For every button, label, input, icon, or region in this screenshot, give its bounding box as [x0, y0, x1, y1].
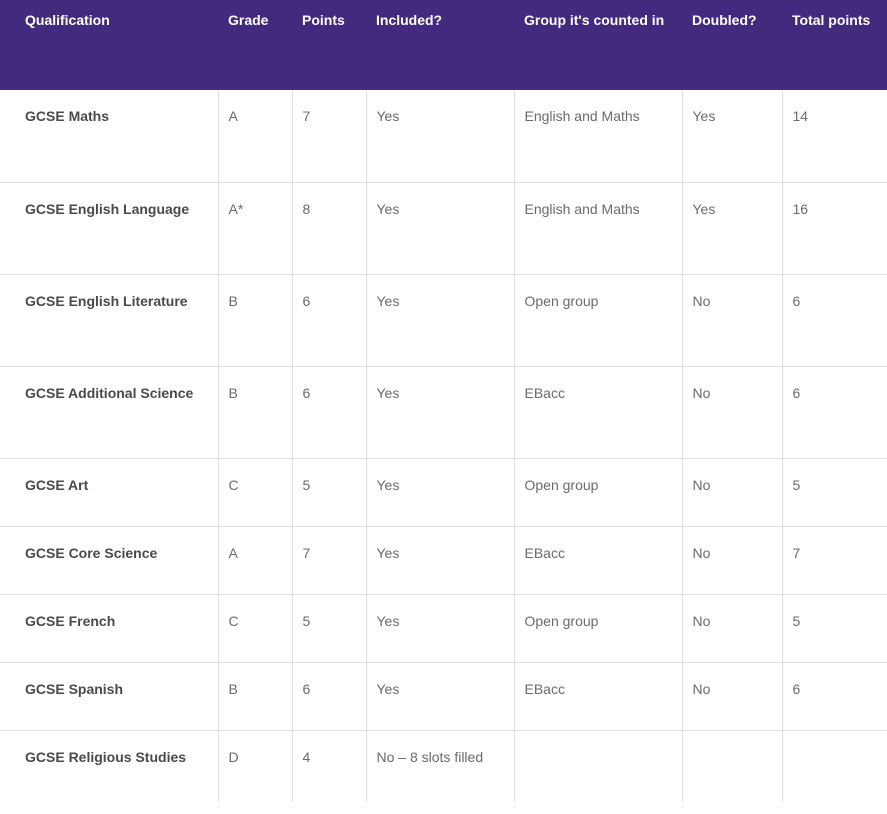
- header-included: Included?: [376, 12, 443, 28]
- cell-group: Open group: [513, 458, 682, 527]
- cell-doubled: No: [681, 366, 782, 459]
- cell-total-points: 14: [781, 90, 887, 183]
- cell-total-points: [781, 730, 887, 802]
- header-total-points: Total points: [792, 12, 871, 28]
- table-row: GCSE English Language A* 8 Yes English a…: [0, 182, 887, 275]
- header-row: Qualification Grade Points Included? Gro…: [0, 0, 887, 90]
- cell-doubled: No: [681, 274, 782, 367]
- cell-points: 8: [291, 182, 366, 275]
- cell-qualification: GCSE Art: [0, 458, 218, 527]
- cell-group: English and Maths: [513, 90, 682, 183]
- cell-qualification: GCSE Religious Studies: [25, 748, 187, 765]
- cell-doubled: No: [681, 458, 782, 527]
- cell-included: Yes: [365, 90, 514, 183]
- cell-grade: A*: [217, 182, 292, 275]
- cell-doubled: No: [681, 662, 782, 731]
- cell-qualification: GCSE English Language: [0, 182, 218, 275]
- cell-doubled: Yes: [681, 90, 782, 183]
- cell-points: 7: [291, 90, 366, 183]
- header-doubled: Doubled?: [692, 12, 757, 28]
- cell-included: Yes: [365, 182, 514, 275]
- cell-points: 4: [291, 730, 366, 802]
- table-header: Qualification Grade Points Included? Gro…: [0, 0, 887, 90]
- cell-included: No – 8 slots filled: [365, 730, 514, 802]
- header-qualification: Qualification: [25, 12, 110, 28]
- table-row: GCSE English Literature B 6 Yes Open gro…: [0, 274, 887, 367]
- cell-group: Open group: [513, 274, 682, 367]
- cell-total-points: 16: [781, 182, 887, 275]
- cell-total-points: 6: [781, 274, 887, 367]
- cell-total-points: 5: [781, 458, 887, 527]
- cell-points: 7: [291, 526, 366, 595]
- cell-points: 6: [291, 662, 366, 731]
- header-grade: Grade: [228, 12, 269, 28]
- cell-group: [513, 730, 682, 802]
- table-row: GCSE Art C 5 Yes Open group No 5: [0, 458, 887, 527]
- cell-qualification: GCSE English Literature: [0, 274, 218, 367]
- cell-doubled: No: [681, 594, 782, 663]
- table-row: GCSE Religious Studies D 4 No – 8 slots …: [0, 730, 887, 802]
- cell-doubled: [681, 730, 782, 802]
- cell-qualification: GCSE Additional Science: [0, 366, 218, 459]
- cell-included: Yes: [365, 662, 514, 731]
- cell-doubled: Yes: [681, 182, 782, 275]
- cell-points: 6: [291, 366, 366, 459]
- cell-group: EBacc: [513, 662, 682, 731]
- cell-grade: A: [217, 526, 292, 595]
- table-row: GCSE Core Science A 7 Yes EBacc No 7: [0, 526, 887, 595]
- cell-total-points: 6: [781, 366, 887, 459]
- cell-qualification: GCSE Core Science: [0, 526, 218, 595]
- cell-included: Yes: [365, 366, 514, 459]
- table-row: GCSE French C 5 Yes Open group No 5: [0, 594, 887, 663]
- cell-points: 6: [291, 274, 366, 367]
- cell-group: EBacc: [513, 526, 682, 595]
- header-group: Group it's counted in: [524, 12, 665, 28]
- table-body: GCSE Maths A 7 Yes English and Maths Yes…: [0, 90, 887, 802]
- cell-grade: A: [217, 90, 292, 183]
- cell-included: Yes: [365, 526, 514, 595]
- cell-group: EBacc: [513, 366, 682, 459]
- cell-points: 5: [291, 458, 366, 527]
- cell-total-points: 6: [781, 662, 887, 731]
- cell-included: Yes: [365, 274, 514, 367]
- cell-grade: C: [217, 594, 292, 663]
- cell-total-points: 5: [781, 594, 887, 663]
- cell-grade: D: [217, 730, 292, 802]
- cell-included: Yes: [365, 594, 514, 663]
- cell-doubled: No: [681, 526, 782, 595]
- cell-qualification: GCSE French: [0, 594, 218, 663]
- cell-points: 5: [291, 594, 366, 663]
- cell-qualification: GCSE Maths: [0, 90, 218, 183]
- cell-grade: B: [217, 274, 292, 367]
- cell-group: Open group: [513, 594, 682, 663]
- table-row: GCSE Maths A 7 Yes English and Maths Yes…: [0, 90, 887, 183]
- table-row: GCSE Spanish B 6 Yes EBacc No 6: [0, 662, 887, 731]
- cell-qualification: GCSE Spanish: [0, 662, 218, 731]
- cell-included: Yes: [365, 458, 514, 527]
- cell-grade: B: [217, 366, 292, 459]
- qualifications-table: Qualification Grade Points Included? Gro…: [0, 0, 887, 802]
- header-points: Points: [302, 12, 345, 28]
- cell-grade: C: [217, 458, 292, 527]
- cell-group: English and Maths: [513, 182, 682, 275]
- cell-total-points: 7: [781, 526, 887, 595]
- table-row: GCSE Additional Science B 6 Yes EBacc No…: [0, 366, 887, 459]
- cell-grade: B: [217, 662, 292, 731]
